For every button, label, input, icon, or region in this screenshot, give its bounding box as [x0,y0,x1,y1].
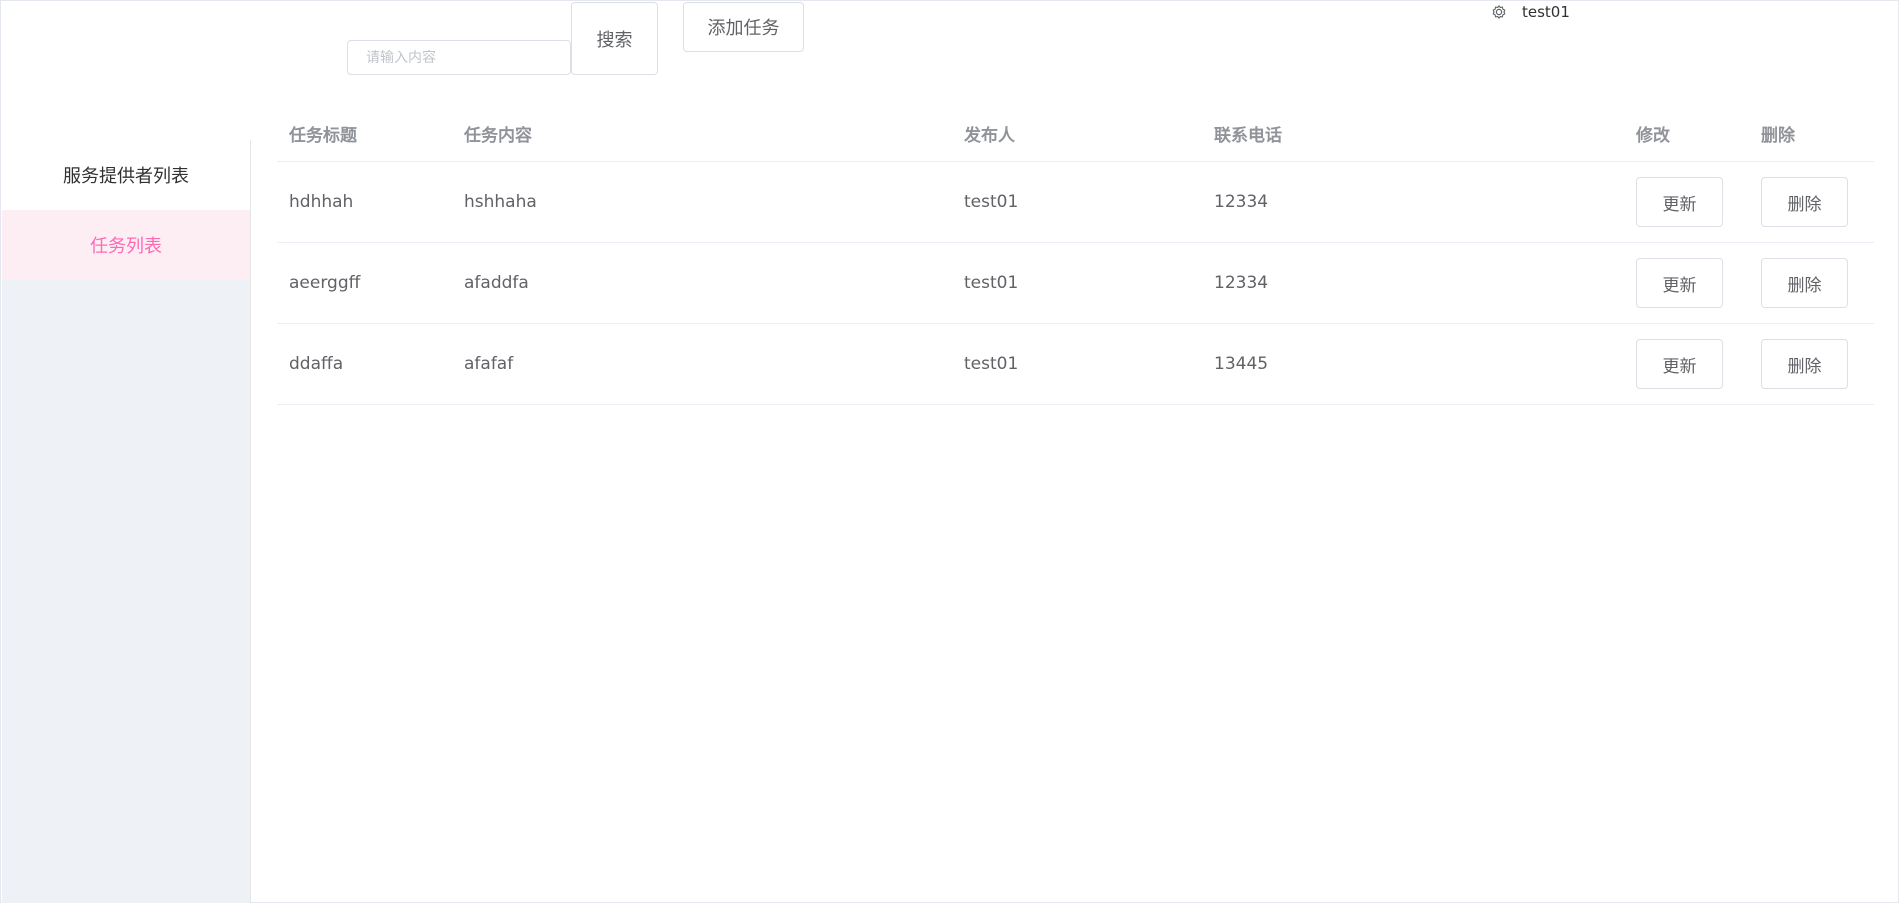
cell-title: aeerggff [289,273,361,293]
task-table: 任务标题 任务内容 发布人 联系电话 修改 删除 hdhhah hshhaha … [277,105,1874,405]
column-header-delete: 删除 [1761,125,1795,146]
cell-content: afafaf [464,354,514,374]
cell-edit: 更新 [1624,258,1749,308]
add-task-button[interactable]: 添加任务 [683,2,804,52]
cell-phone: 12334 [1214,192,1269,212]
cell-title: hdhhah [289,192,354,212]
gear-icon[interactable] [1491,4,1507,20]
cell-publisher: test01 [964,354,1019,374]
column-header-edit: 修改 [1636,125,1670,146]
delete-button[interactable]: 删除 [1761,258,1848,308]
table-row: ddaffa afafaf test01 13445 更新 删除 [277,324,1874,405]
table-row: hdhhah hshhaha test01 12334 更新 删除 [277,162,1874,243]
column-header-content: 任务内容 [464,125,532,146]
user-menu[interactable]: test01 [1491,2,1570,22]
search-button[interactable]: 搜索 [571,2,658,75]
cell-phone: 13445 [1214,354,1269,374]
cell-content: hshhaha [464,192,537,212]
column-header-publisher: 发布人 [964,125,1015,146]
cell-content: afaddfa [464,273,529,293]
app-window: 搜索 添加任务 test01 服务提供者列表 任务列表 任务标题 任务内容 发布… [0,0,1899,903]
delete-button[interactable]: 删除 [1761,177,1848,227]
update-button[interactable]: 更新 [1636,258,1723,308]
cell-publisher: test01 [964,192,1019,212]
update-button[interactable]: 更新 [1636,177,1723,227]
sidebar-item-task-list[interactable]: 任务列表 [2,210,250,280]
username-label[interactable]: test01 [1522,3,1570,21]
sidebar: 服务提供者列表 任务列表 [2,140,251,903]
table-row: aeerggff afaddfa test01 12334 更新 删除 [277,243,1874,324]
cell-title: ddaffa [289,354,344,374]
cell-edit: 更新 [1624,339,1749,389]
cell-phone: 12334 [1214,273,1269,293]
delete-button[interactable]: 删除 [1761,339,1848,389]
table-header: 任务标题 任务内容 发布人 联系电话 修改 删除 [277,105,1874,162]
search-input[interactable] [347,40,571,75]
cell-edit: 更新 [1624,177,1749,227]
cell-publisher: test01 [964,273,1019,293]
sidebar-item-provider-list[interactable]: 服务提供者列表 [2,140,250,210]
cell-delete: 删除 [1749,339,1874,389]
update-button[interactable]: 更新 [1636,339,1723,389]
cell-delete: 删除 [1749,258,1874,308]
column-header-title: 任务标题 [289,125,357,146]
column-header-phone: 联系电话 [1214,125,1282,146]
cell-delete: 删除 [1749,177,1874,227]
